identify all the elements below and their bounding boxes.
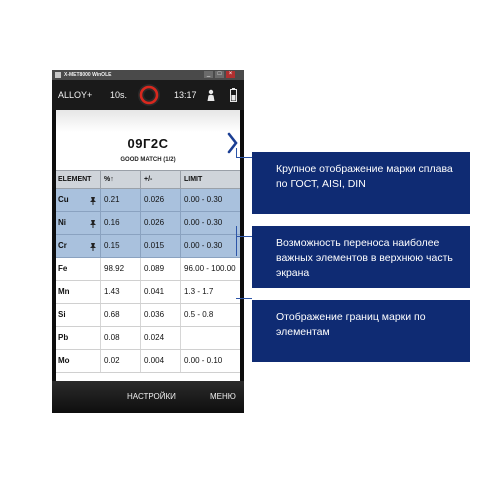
- connector-line: [236, 157, 252, 158]
- element-limit: 96.00 - 100.00: [184, 264, 236, 273]
- trigger-icon[interactable]: [137, 83, 161, 107]
- element-percent: 1.43: [104, 287, 120, 296]
- bottom-bar: НАСТРОЙКИ МЕНЮ: [52, 381, 244, 413]
- element-limit: 0.00 - 0.30: [184, 218, 223, 227]
- header-element[interactable]: ELEMENT: [58, 171, 91, 188]
- time-setting[interactable]: 10s.: [110, 80, 127, 110]
- callout-grade-display: Крупное отображение марки сплава по ГОСТ…: [252, 152, 470, 214]
- element-percent: 0.16: [104, 218, 120, 227]
- connector-line: [236, 298, 252, 299]
- pin-icon[interactable]: [89, 212, 97, 234]
- maximize-button[interactable]: □: [215, 71, 224, 78]
- pin-icon[interactable]: [89, 189, 97, 211]
- table-row[interactable]: Mn 1.43 0.041 1.3 - 1.7: [56, 281, 240, 304]
- header-limit[interactable]: LIMIT: [184, 171, 202, 188]
- element-limit: 0.00 - 0.30: [184, 241, 223, 250]
- element-error: 0.089: [144, 264, 165, 273]
- element-error: 0.015: [144, 241, 165, 250]
- header-error[interactable]: +/-: [144, 171, 152, 188]
- chevron-right-icon[interactable]: [227, 132, 239, 154]
- battery-icon: [230, 88, 237, 102]
- results-screen: 09Г2С GOOD MATCH (1/2) ELEMENT %↑ +/- LI…: [56, 110, 240, 381]
- element-limit: 1.3 - 1.7: [184, 287, 214, 296]
- element-error: 0.026: [144, 218, 165, 227]
- element-percent: 98.92: [104, 264, 125, 273]
- table-body: Cu 0.21 0.026 0.00 - 0.30 Ni 0.16 0.026 0.00 - …: [56, 189, 240, 373]
- element-symbol: Cr: [58, 241, 67, 250]
- title-bar: X-MET8000 WinOLE _ □ ×: [52, 70, 244, 80]
- callout-grade-limits: Отображение границ марки по элементам: [252, 300, 470, 362]
- table-row[interactable]: Fe 98.92 0.089 96.00 - 100.00: [56, 258, 240, 281]
- pin-icon[interactable]: [89, 235, 97, 257]
- mode-label[interactable]: ALLOY+: [58, 80, 92, 110]
- table-row[interactable]: Ni 0.16 0.026 0.00 - 0.30: [56, 212, 240, 235]
- element-error: 0.004: [144, 356, 165, 365]
- element-error: 0.036: [144, 310, 165, 319]
- element-limit: 0.00 - 0.10: [184, 356, 223, 365]
- element-symbol: Mo: [58, 356, 70, 365]
- element-symbol: Pb: [58, 333, 69, 342]
- menu-button[interactable]: МЕНЮ: [210, 381, 236, 413]
- minimize-button[interactable]: _: [204, 71, 213, 78]
- element-error: 0.026: [144, 195, 165, 204]
- element-percent: 0.08: [104, 333, 120, 342]
- element-percent: 0.68: [104, 310, 120, 319]
- element-symbol: Fe: [58, 264, 68, 273]
- match-status: GOOD MATCH (1/2): [120, 157, 176, 163]
- element-symbol: Cu: [58, 195, 69, 204]
- clock: 13:17: [174, 90, 197, 100]
- element-error: 0.041: [144, 287, 165, 296]
- table-row[interactable]: Pb 0.08 0.024: [56, 327, 240, 350]
- close-button[interactable]: ×: [226, 71, 235, 78]
- table-row[interactable]: Cu 0.21 0.026 0.00 - 0.30: [56, 189, 240, 212]
- callout-pin-elements: Возможность переноса наиболее важных эле…: [252, 226, 470, 288]
- element-symbol: Mn: [58, 287, 70, 296]
- device-window: X-MET8000 WinOLE _ □ × ALLOY+ 10s. 13:17…: [52, 70, 244, 413]
- table-header: ELEMENT %↑ +/- LIMIT: [56, 170, 240, 189]
- element-percent: 0.15: [104, 241, 120, 250]
- connector-line: [236, 226, 237, 256]
- element-symbol: Si: [58, 310, 66, 319]
- settings-button[interactable]: НАСТРОЙКИ: [127, 381, 176, 413]
- header-percent[interactable]: %↑: [104, 171, 114, 188]
- status-bar: ALLOY+ 10s. 13:17: [52, 80, 244, 110]
- person-icon: [207, 89, 215, 101]
- element-limit: 0.5 - 0.8: [184, 310, 214, 319]
- element-error: 0.024: [144, 333, 165, 342]
- grade-name: 09Г2С: [127, 136, 169, 151]
- table-row[interactable]: Mo 0.02 0.004 0.00 - 0.10: [56, 350, 240, 373]
- table-row[interactable]: Cr 0.15 0.015 0.00 - 0.30: [56, 235, 240, 258]
- element-percent: 0.21: [104, 195, 120, 204]
- connector-line: [236, 236, 252, 237]
- element-limit: 0.00 - 0.30: [184, 195, 223, 204]
- element-table: ELEMENT %↑ +/- LIMIT Cu 0.21 0.026 0.00 - 0…: [56, 170, 240, 373]
- element-symbol: Ni: [58, 218, 66, 227]
- element-percent: 0.02: [104, 356, 120, 365]
- app-icon: [55, 72, 61, 78]
- window-title: X-MET8000 WinOLE: [64, 72, 112, 78]
- table-row[interactable]: Si 0.68 0.036 0.5 - 0.8: [56, 304, 240, 327]
